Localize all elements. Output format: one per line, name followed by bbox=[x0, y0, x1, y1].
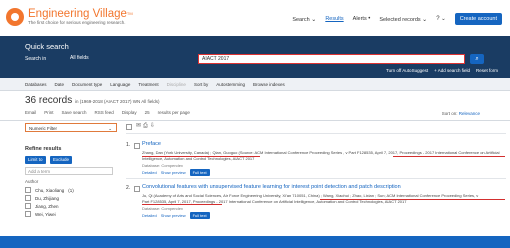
highlight-underline bbox=[393, 156, 505, 157]
filter-language[interactable]: Language bbox=[110, 82, 130, 87]
logo-trademark: TM bbox=[126, 11, 133, 16]
create-account-button[interactable]: Create account bbox=[454, 13, 502, 25]
chevron-down-icon: ⌄ bbox=[311, 16, 317, 23]
print-icon[interactable]: ⎙ bbox=[143, 123, 150, 129]
search-in-label: Search in bbox=[25, 56, 47, 62]
result-title[interactable]: Preface bbox=[142, 141, 161, 147]
download-icon[interactable]: ⇩ bbox=[150, 123, 157, 129]
divider bbox=[0, 120, 510, 121]
show-preview-link[interactable]: Show preview bbox=[161, 170, 186, 175]
add-term-input[interactable]: Add a term bbox=[25, 167, 113, 175]
checkbox[interactable] bbox=[25, 195, 31, 201]
search-links: Turn off AutoSuggest + Add search field … bbox=[386, 68, 498, 73]
full-text-button[interactable]: Full text bbox=[189, 212, 210, 219]
filter-databases[interactable]: Databases bbox=[25, 82, 47, 87]
page-size-select[interactable]: 25 bbox=[145, 110, 150, 115]
nav-search[interactable]: Search ⌄ bbox=[292, 16, 316, 23]
checkbox[interactable] bbox=[25, 203, 31, 209]
chevron-down-icon: ⌄ bbox=[108, 126, 112, 131]
query-echo: in (1969-2018 (AIACT 2017) WN All fields… bbox=[75, 99, 160, 104]
author-facet-item[interactable]: Du, Zhijiang bbox=[25, 195, 59, 201]
limit-to-button[interactable]: Limit to bbox=[25, 156, 46, 164]
refine-results-title: Refine results bbox=[25, 146, 62, 152]
help-button[interactable]: ? ⌄ bbox=[436, 16, 445, 22]
page: Engineering VillageTM The first choice f… bbox=[0, 0, 510, 236]
exclude-button[interactable]: Exclude bbox=[50, 156, 73, 164]
nav-selected-records[interactable]: Selected records ⌄ bbox=[379, 16, 427, 23]
result-database: Database: Compendex bbox=[142, 163, 183, 168]
result-checkbox[interactable] bbox=[134, 186, 140, 192]
print-button[interactable]: Print bbox=[44, 110, 53, 115]
top-nav: Search ⌄ Results Alerts • Selected recor… bbox=[292, 13, 502, 25]
rss-feed-button[interactable]: RSS feed bbox=[95, 110, 114, 115]
result-links: Detailed Show preview Full text bbox=[142, 169, 210, 176]
result-actions: Email Print Save search RSS feed Display… bbox=[25, 110, 190, 115]
divider bbox=[126, 133, 506, 134]
bell-icon: • bbox=[368, 16, 371, 22]
logo[interactable]: Engineering VillageTM The first choice f… bbox=[6, 8, 133, 26]
select-all-checkbox[interactable] bbox=[126, 124, 132, 130]
chevron-down-icon: ⌄ bbox=[422, 16, 428, 23]
logo-tagline: The first choice for serious engineering… bbox=[28, 20, 126, 25]
full-text-button[interactable]: Full text bbox=[189, 169, 210, 176]
search-button[interactable]: ⌕ bbox=[470, 54, 484, 64]
logo-icon bbox=[6, 8, 24, 26]
detailed-link[interactable]: Detailed bbox=[142, 213, 157, 218]
add-search-field-link[interactable]: + Add search field bbox=[434, 68, 470, 73]
result-checkbox[interactable] bbox=[134, 143, 140, 149]
show-preview-link[interactable]: Show preview bbox=[161, 213, 186, 218]
email-button[interactable]: Email bbox=[25, 110, 36, 115]
record-count: 36 records in (1969-2018 (AIACT 2017) WN… bbox=[25, 95, 160, 106]
author-facet-item[interactable]: Wei, Yiwei bbox=[25, 211, 56, 217]
result-toolbar-icons[interactable]: ✉⎙⇩ bbox=[136, 122, 157, 130]
search-field-select[interactable]: All fields bbox=[70, 55, 89, 61]
result-authors: Ju, Qi (Academy of Arts and Social Scien… bbox=[142, 193, 479, 198]
result-number: 2. bbox=[126, 185, 131, 191]
search-icon: ⌕ bbox=[475, 56, 479, 62]
quick-search-panel: Quick search Search in All fields AIACT … bbox=[0, 36, 510, 78]
checkbox[interactable] bbox=[25, 211, 31, 217]
nav-results[interactable]: Results bbox=[325, 16, 343, 22]
result-authors: Zhang, Dan (York University, Canada) ; Q… bbox=[142, 150, 500, 155]
email-icon[interactable]: ✉ bbox=[136, 123, 143, 129]
author-facet-label: Author bbox=[25, 179, 39, 184]
filter-bar: Databases Date Document type Language Tr… bbox=[0, 78, 510, 91]
divider bbox=[126, 178, 506, 179]
result-links: Detailed Show preview Full text bbox=[142, 212, 210, 219]
filter-document-type[interactable]: Document type bbox=[72, 82, 102, 87]
numeric-filter-select[interactable]: Numeric Filter ⌄ bbox=[25, 123, 117, 132]
detailed-link[interactable]: Detailed bbox=[142, 170, 157, 175]
sort-control[interactable]: Sort on: Relevance bbox=[442, 111, 480, 116]
reset-form-link[interactable]: Reset form bbox=[476, 68, 498, 73]
autosuggest-toggle[interactable]: Turn off AutoSuggest bbox=[386, 68, 428, 73]
filter-discipline[interactable]: Discipline bbox=[167, 82, 186, 87]
filter-autostemming[interactable]: Autostemming bbox=[216, 82, 245, 87]
result-number: 1. bbox=[126, 142, 131, 148]
results-per-page-label: results per page bbox=[157, 110, 190, 115]
quick-search-title: Quick search bbox=[25, 42, 69, 51]
display-label: Display bbox=[121, 110, 137, 115]
result-database: Database: Compendex bbox=[142, 206, 183, 211]
nav-alerts[interactable]: Alerts • bbox=[353, 16, 371, 22]
filter-sort-by[interactable]: Sort by bbox=[194, 82, 208, 87]
result-title[interactable]: Convolutional features with unsupervised… bbox=[142, 184, 401, 190]
filter-browse-indexes[interactable]: Browse indexes bbox=[253, 82, 285, 87]
checkbox[interactable] bbox=[25, 187, 31, 193]
logo-title: Engineering Village bbox=[28, 8, 127, 20]
search-input[interactable]: AIACT 2017 bbox=[198, 54, 465, 64]
author-facet-item[interactable]: Chu, Xiaoliang (1) bbox=[25, 187, 74, 193]
result-source: Intelligence, Automation and Control Tec… bbox=[142, 156, 255, 161]
save-search-button[interactable]: Save search bbox=[62, 110, 87, 115]
highlight-underline bbox=[142, 204, 222, 205]
top-header: Engineering VillageTM The first choice f… bbox=[0, 0, 510, 36]
filter-date[interactable]: Date bbox=[55, 82, 65, 87]
author-facet-item[interactable]: Jiang, Zhen bbox=[25, 203, 59, 209]
filter-treatment[interactable]: Treatment bbox=[138, 82, 158, 87]
